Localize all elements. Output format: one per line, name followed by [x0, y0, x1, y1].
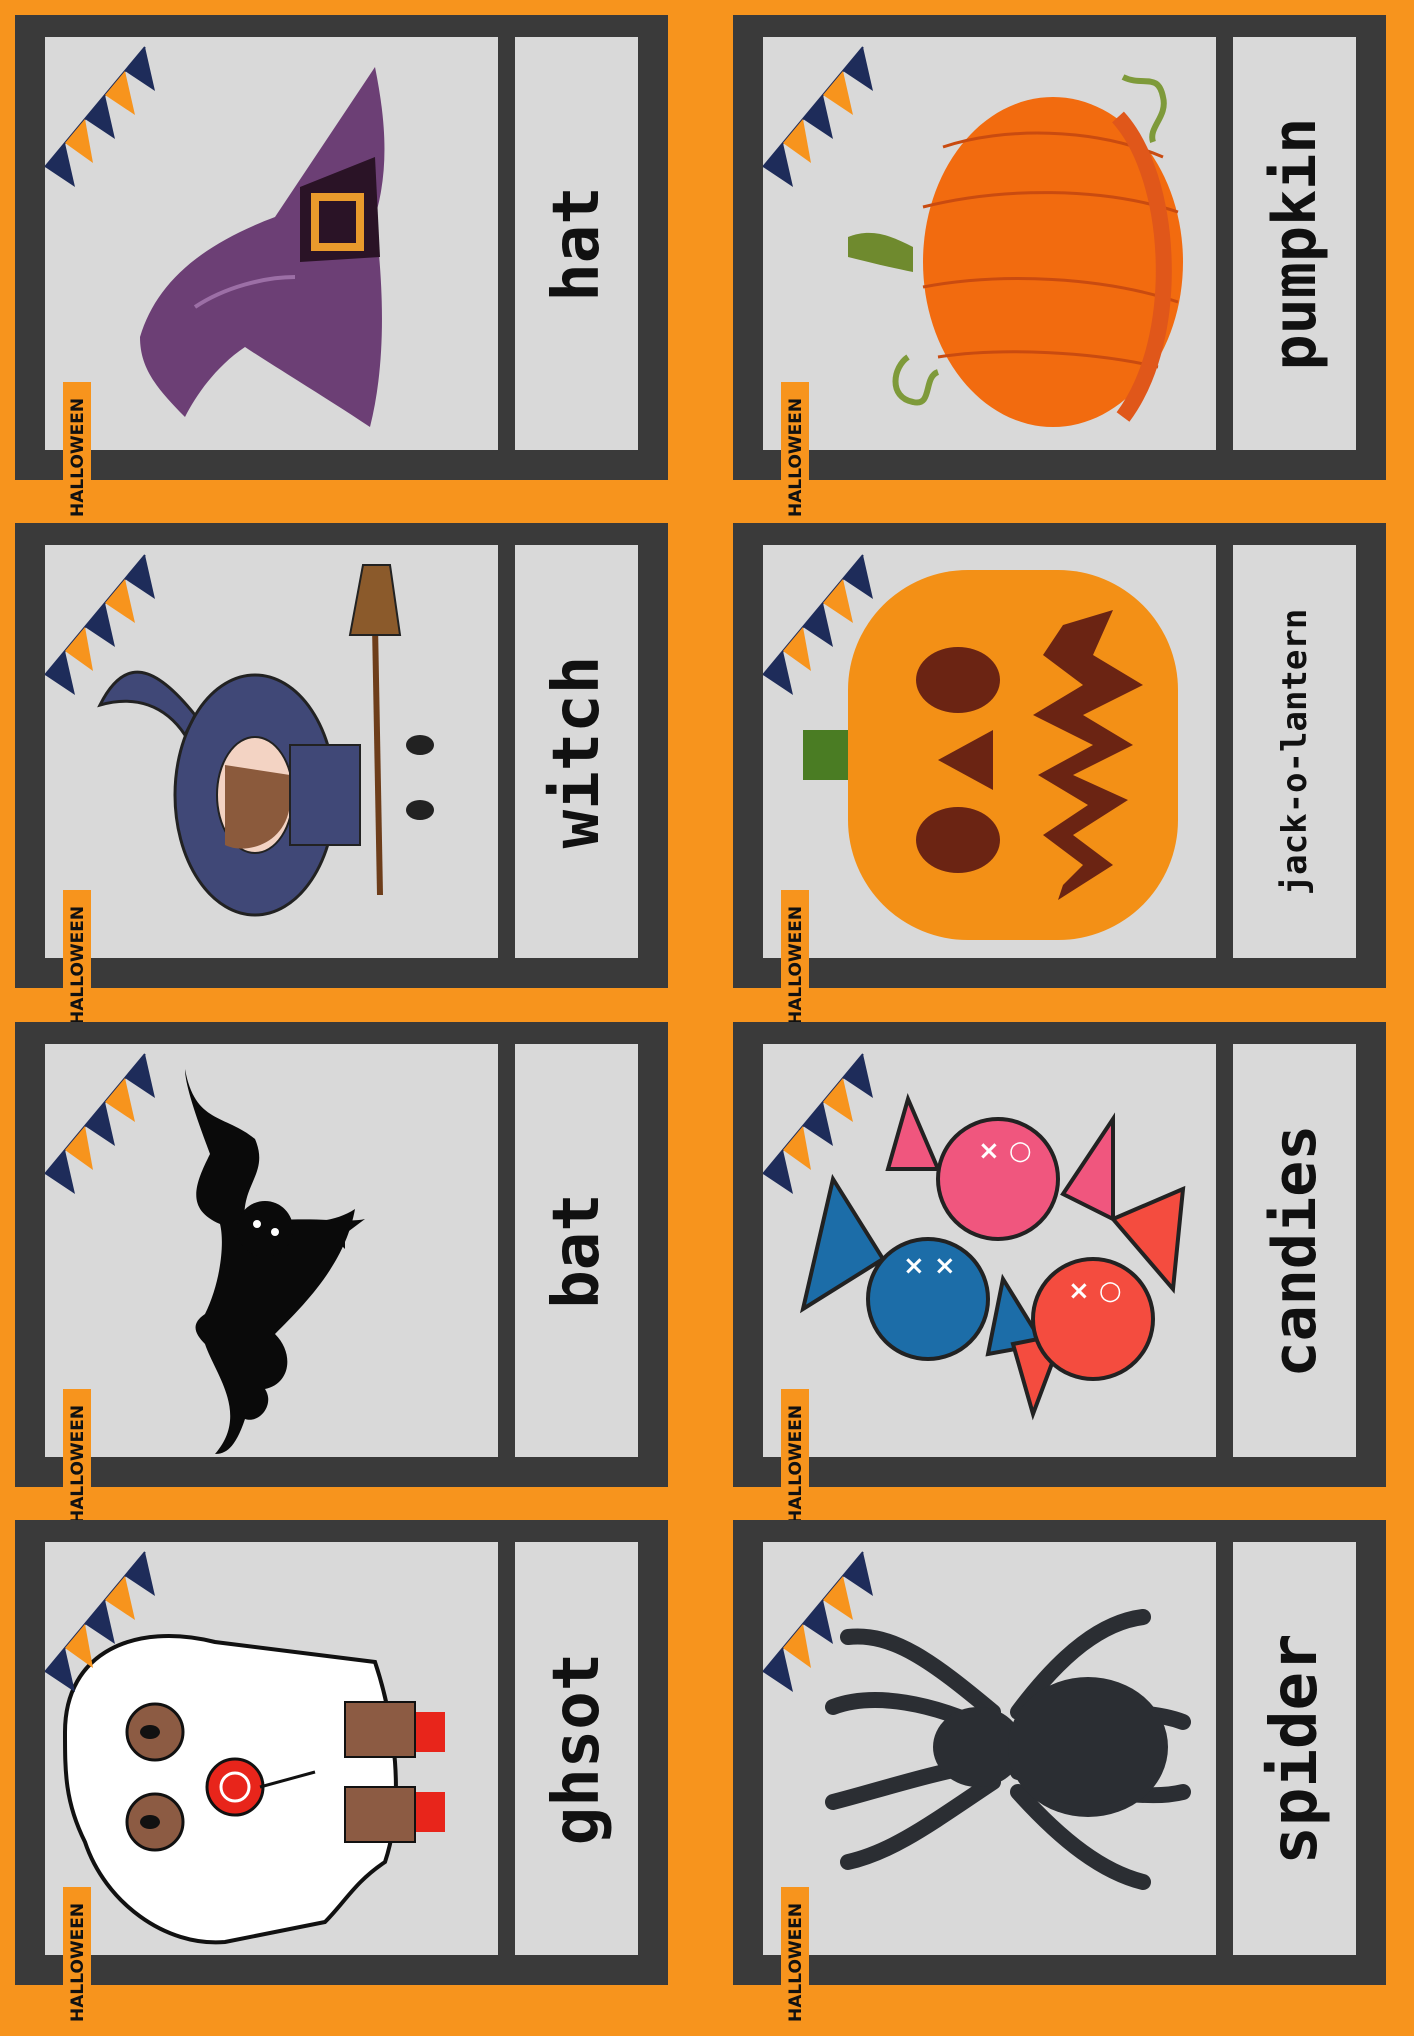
picture-panel: HALLOWEEN [45, 37, 498, 522]
picture-panel: HALLOWEEN [763, 545, 1216, 1030]
card-spider: HALLOWEEN spider [733, 1520, 1386, 2027]
word-panel: candies [1233, 1044, 1356, 1457]
svg-text:× ○: × ○ [1068, 1276, 1122, 1306]
card-label: ghsot [539, 1652, 614, 1845]
word-panel: hat [515, 37, 638, 450]
picture-panel: HALLOWEEN [45, 1044, 498, 1529]
halloween-badge: HALLOWEEN [61, 1882, 93, 2032]
svg-text:HALLOWEEN: HALLOWEEN [68, 1405, 88, 1524]
picture-panel: HALLOWEEN [763, 37, 1216, 522]
word-panel: jack-o-lantern [1233, 545, 1356, 958]
card-ghost: HALLOWEEN ghsot [15, 1520, 668, 2027]
svg-text:HALLOWEEN: HALLOWEEN [786, 398, 806, 517]
card-candies: × ○ × × × ○ HALLOWEEN candies [733, 1022, 1386, 1529]
card-label: hat [539, 185, 614, 302]
halloween-badge: HALLOWEEN [779, 377, 811, 527]
svg-text:HALLOWEEN: HALLOWEEN [68, 398, 88, 517]
bunting-decoration [763, 1053, 873, 1194]
svg-text:× ×: × × [903, 1251, 956, 1281]
halloween-badge: HALLOWEEN [61, 885, 93, 1035]
card-label: bat [539, 1192, 614, 1309]
card-jack-o-lantern: HALLOWEEN jack-o-lantern [733, 523, 1386, 1030]
bunting-decoration [45, 1551, 155, 1692]
svg-text:HALLOWEEN: HALLOWEEN [786, 1903, 806, 2022]
svg-text:HALLOWEEN: HALLOWEEN [68, 906, 88, 1025]
svg-text:HALLOWEEN: HALLOWEEN [68, 1903, 88, 2022]
picture-panel: HALLOWEEN [45, 1542, 498, 2027]
card-witch: HALLOWEEN witch [15, 523, 668, 1030]
card-label: spider [1257, 1632, 1332, 1865]
card-bat: HALLOWEEN bat [15, 1022, 668, 1529]
bunting-decoration [763, 554, 873, 695]
svg-text:HALLOWEEN: HALLOWEEN [786, 1405, 806, 1524]
card-label: witch [539, 655, 614, 848]
bunting-decoration [763, 46, 873, 187]
halloween-badge: HALLOWEEN [779, 1384, 811, 1534]
picture-panel: HALLOWEEN [763, 1542, 1216, 2027]
bunting-decoration [45, 554, 155, 695]
picture-panel: × ○ × × × ○ HALLOWEEN [763, 1044, 1216, 1529]
word-panel: pumpkin [1233, 37, 1356, 450]
svg-text:× ○: × ○ [978, 1136, 1032, 1166]
card-label: candies [1259, 1124, 1330, 1377]
card-label: pumpkin [1259, 117, 1330, 370]
word-panel: ghsot [515, 1542, 638, 1955]
bunting-decoration [763, 1551, 873, 1692]
card-pumpkin: HALLOWEEN pumpkin [733, 15, 1386, 522]
word-panel: bat [515, 1044, 638, 1457]
halloween-badge: HALLOWEEN [61, 377, 93, 527]
word-panel: witch [515, 545, 638, 958]
word-panel: spider [1233, 1542, 1356, 1955]
halloween-badge: HALLOWEEN [61, 1384, 93, 1534]
halloween-badge: HALLOWEEN [779, 1882, 811, 2032]
card-label: jack-o-lantern [1274, 608, 1315, 895]
picture-panel: HALLOWEEN [45, 545, 498, 1030]
card-hat: HALLOWEEN hat [15, 15, 668, 522]
svg-text:HALLOWEEN: HALLOWEEN [786, 906, 806, 1025]
bunting-decoration [45, 46, 155, 187]
halloween-badge: HALLOWEEN [779, 885, 811, 1035]
bunting-decoration [45, 1053, 155, 1194]
